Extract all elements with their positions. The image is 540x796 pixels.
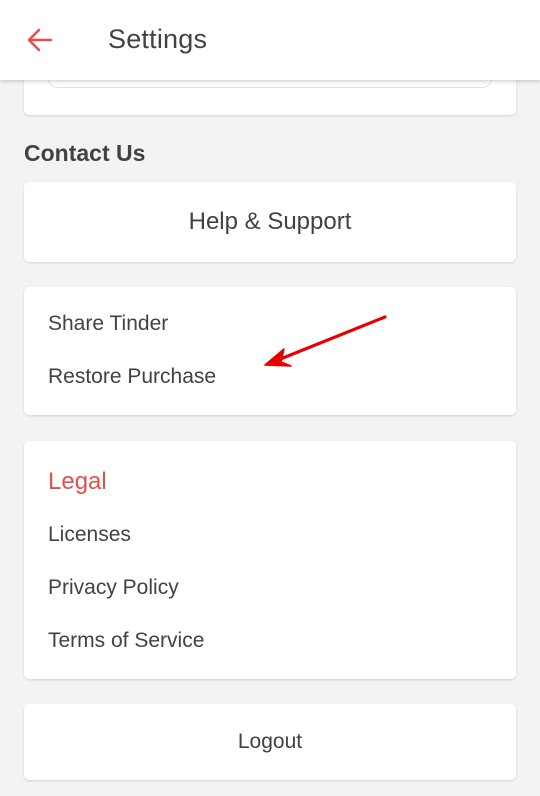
legal-section-title: Legal [48,468,107,495]
terms-of-service-item[interactable]: Terms of Service [48,629,204,653]
help-support-label: Help & Support [188,208,352,235]
share-tinder-item[interactable]: Share Tinder [48,312,168,336]
back-button[interactable] [18,20,62,60]
legal-card: Legal Licenses Privacy Policy Terms of S… [24,441,516,679]
app-bar: Settings [0,0,540,80]
arrow-left-icon [27,28,53,52]
misc-card: Share Tinder Restore Purchase [24,287,516,415]
contact-section-header: Contact Us [24,140,146,166]
logout-label: Logout [237,730,303,753]
privacy-policy-item[interactable]: Privacy Policy [48,576,179,600]
page-title: Settings [108,24,208,54]
licenses-item[interactable]: Licenses [48,523,131,547]
logout-button[interactable]: Logout [24,704,516,780]
help-support-button[interactable]: Help & Support [24,182,516,262]
restore-purchase-item[interactable]: Restore Purchase [48,365,216,389]
